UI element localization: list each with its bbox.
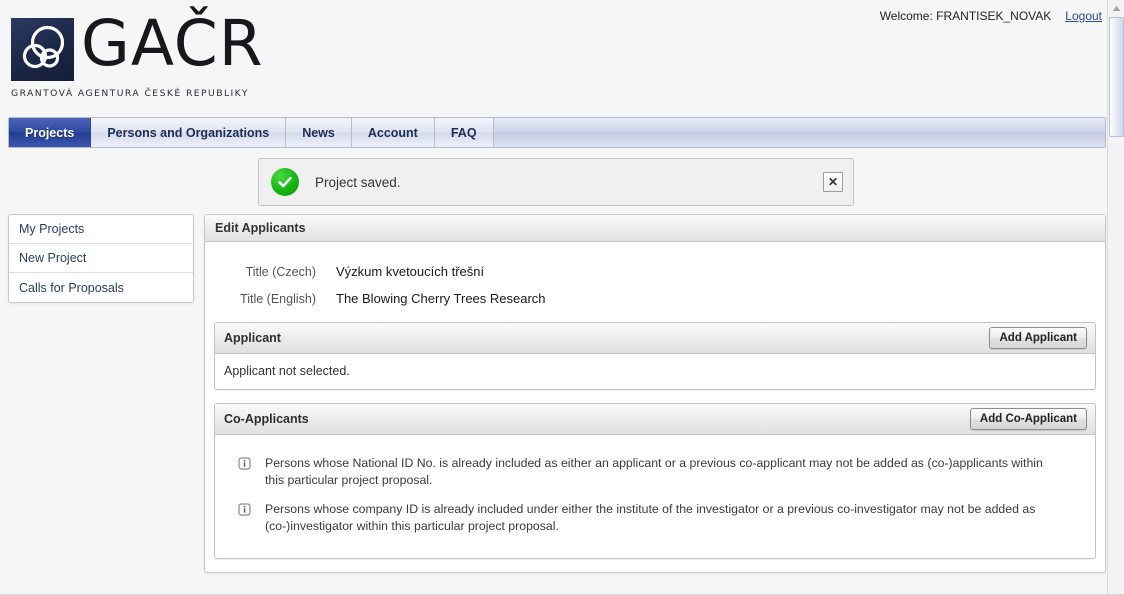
field-row-title-english: Title (English) The Blowing Cherry Trees… bbox=[214, 291, 1096, 306]
page-root: Welcome: FRANTISEK_NOVAK Logout GAČR GRA… bbox=[0, 0, 1124, 595]
applicant-section-header: Applicant Add Applicant bbox=[215, 323, 1095, 354]
field-value-title-english: The Blowing Cherry Trees Research bbox=[336, 291, 546, 306]
nav-tab-persons-and-organizations[interactable]: Persons and Organizations bbox=[91, 118, 287, 147]
main-navigation: Projects Persons and Organizations News … bbox=[8, 117, 1106, 148]
logo-wordmark: GAČR bbox=[81, 7, 264, 80]
welcome-bar: Welcome: FRANTISEK_NOVAK Logout bbox=[880, 9, 1102, 23]
status-notification: Project saved. ✕ bbox=[258, 158, 854, 206]
applicant-section: Applicant Add Applicant Applicant not se… bbox=[214, 322, 1096, 390]
info-icon bbox=[238, 457, 251, 470]
project-title-fields: Title (Czech) Výzkum kvetoucích třešní T… bbox=[214, 256, 1096, 322]
sidebar-item-calls-for-proposals[interactable]: Calls for Proposals bbox=[9, 273, 193, 302]
note-item: Persons whose National ID No. is already… bbox=[238, 455, 1086, 489]
field-value-title-czech: Výzkum kvetoucích třešní bbox=[336, 264, 485, 279]
logout-link[interactable]: Logout bbox=[1065, 9, 1102, 23]
panel-body: Title (Czech) Výzkum kvetoucích třešní T… bbox=[205, 242, 1105, 559]
note-item: Persons whose company ID is already incl… bbox=[238, 501, 1086, 535]
applicant-section-title: Applicant bbox=[224, 331, 281, 345]
nav-tab-faq[interactable]: FAQ bbox=[434, 118, 494, 147]
coapplicant-notes: Persons whose National ID No. is already… bbox=[215, 435, 1095, 558]
nav-tab-projects[interactable]: Projects bbox=[9, 118, 92, 147]
gacr-emblem-icon bbox=[11, 18, 74, 81]
welcome-text: Welcome: FRANTISEK_NOVAK bbox=[879, 9, 1052, 23]
note-text: Persons whose company ID is already incl… bbox=[265, 502, 1036, 533]
main-panel: Edit Applicants Title (Czech) Výzkum kve… bbox=[204, 214, 1106, 573]
scrollbar-thumb[interactable] bbox=[1109, 17, 1124, 137]
add-applicant-button[interactable]: Add Applicant bbox=[989, 326, 1087, 350]
field-row-title-czech: Title (Czech) Výzkum kvetoucích třešní bbox=[214, 264, 1096, 279]
coapplicant-section-header: Co-Applicants Add Co-Applicant bbox=[215, 404, 1095, 435]
applicant-empty-state: Applicant not selected. bbox=[224, 364, 350, 378]
field-label-title-english: Title (English) bbox=[240, 292, 316, 306]
sidebar: My Projects New Project Calls for Propos… bbox=[8, 214, 194, 303]
scroll-up-arrow-icon[interactable] bbox=[1108, 0, 1124, 17]
success-check-icon bbox=[271, 168, 299, 196]
close-icon[interactable]: ✕ bbox=[823, 172, 843, 192]
site-logo[interactable]: GAČR GRANTOVÁ AGENTURA ČESKÉ REPUBLIKY bbox=[11, 7, 264, 99]
sidebar-item-new-project[interactable]: New Project bbox=[9, 244, 193, 273]
nav-filler bbox=[494, 118, 1105, 147]
nav-tab-news[interactable]: News bbox=[286, 118, 352, 147]
coapplicant-section: Co-Applicants Add Co-Applicant Persons w… bbox=[214, 403, 1096, 559]
page-scrollbar[interactable] bbox=[1107, 0, 1124, 595]
sidebar-item-my-projects[interactable]: My Projects bbox=[9, 215, 193, 244]
notification-message: Project saved. bbox=[315, 174, 401, 190]
info-icon bbox=[238, 503, 251, 516]
field-label-title-czech: Title (Czech) bbox=[245, 265, 316, 279]
coapplicant-section-title: Co-Applicants bbox=[224, 412, 309, 426]
logo-row: GAČR bbox=[11, 7, 264, 81]
panel-title: Edit Applicants bbox=[205, 215, 1105, 242]
nav-tab-account[interactable]: Account bbox=[351, 118, 435, 147]
note-text: Persons whose National ID No. is already… bbox=[265, 456, 1043, 487]
logo-tagline: GRANTOVÁ AGENTURA ČESKÉ REPUBLIKY bbox=[11, 88, 249, 99]
add-co-applicant-button[interactable]: Add Co-Applicant bbox=[969, 407, 1087, 431]
